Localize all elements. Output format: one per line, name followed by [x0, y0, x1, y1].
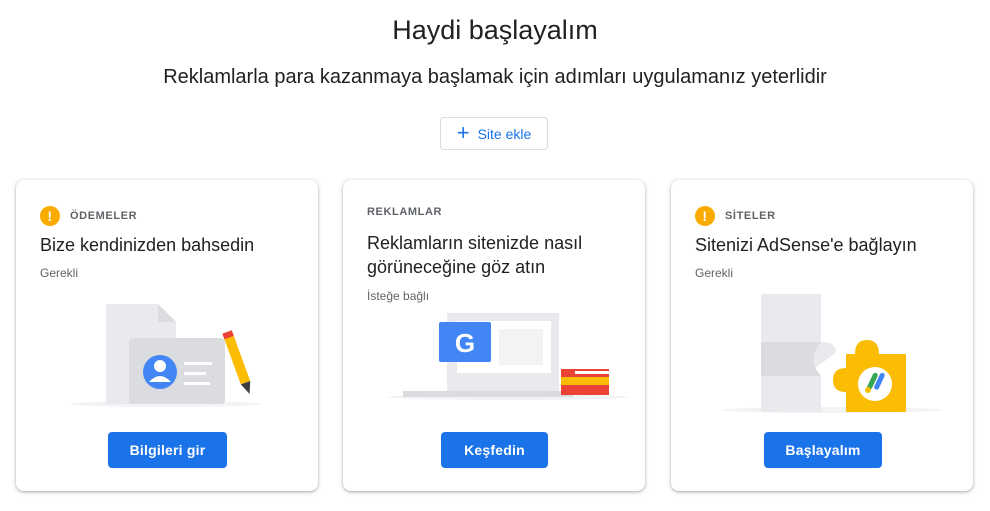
payments-card: ! ÖDEMELER Bize kendinizden bahsedin Ger…: [16, 180, 318, 491]
sites-eyebrow-label: SİTELER: [725, 210, 776, 222]
payments-eyebrow-label: ÖDEMELER: [70, 210, 138, 222]
laptop-ad-illustration: G: [388, 313, 628, 400]
ads-title: Reklamların sitenizde nasıl görüneceğine…: [367, 233, 583, 277]
puzzle-adsense-illustration: [721, 294, 941, 413]
page-subtitle: Reklamlarla para kazanmaya başlamak için…: [163, 66, 827, 88]
sites-title: Sitenizi AdSense'e bağlayın: [695, 235, 917, 255]
sites-card: ! SİTELER Sitenizi AdSense'e bağlayın Ge…: [671, 180, 973, 491]
sites-status: Gerekli: [695, 266, 734, 280]
enter-info-button[interactable]: Bilgileri gir: [108, 432, 227, 468]
payments-title: Bize kendinizden bahsedin: [40, 235, 255, 255]
warning-icon: !: [40, 206, 60, 226]
payments-eyebrow: ! ÖDEMELER: [40, 206, 298, 226]
add-site-label: Site ekle: [477, 125, 532, 142]
ad-g-badge: G: [455, 328, 475, 358]
payments-status: Gerekli: [40, 266, 79, 280]
ads-eyebrow-label: REKLAMLAR: [367, 206, 443, 218]
sites-eyebrow: ! SİTELER: [695, 206, 953, 226]
get-started-button[interactable]: Başlayalım: [764, 432, 882, 468]
explore-button[interactable]: Keşfedin: [441, 432, 548, 468]
plus-icon: +: [456, 119, 470, 145]
warning-icon: !: [695, 206, 715, 226]
ads-card: REKLAMLAR Reklamların sitenizde nasıl gö…: [343, 180, 645, 491]
add-site-button[interactable]: + Site ekle: [440, 117, 548, 150]
ads-eyebrow: REKLAMLAR: [367, 206, 625, 218]
ads-status: İsteğe bağlı: [367, 289, 430, 303]
page-title: Haydi başlayalım: [392, 15, 598, 45]
profile-card-illustration: [71, 304, 261, 407]
